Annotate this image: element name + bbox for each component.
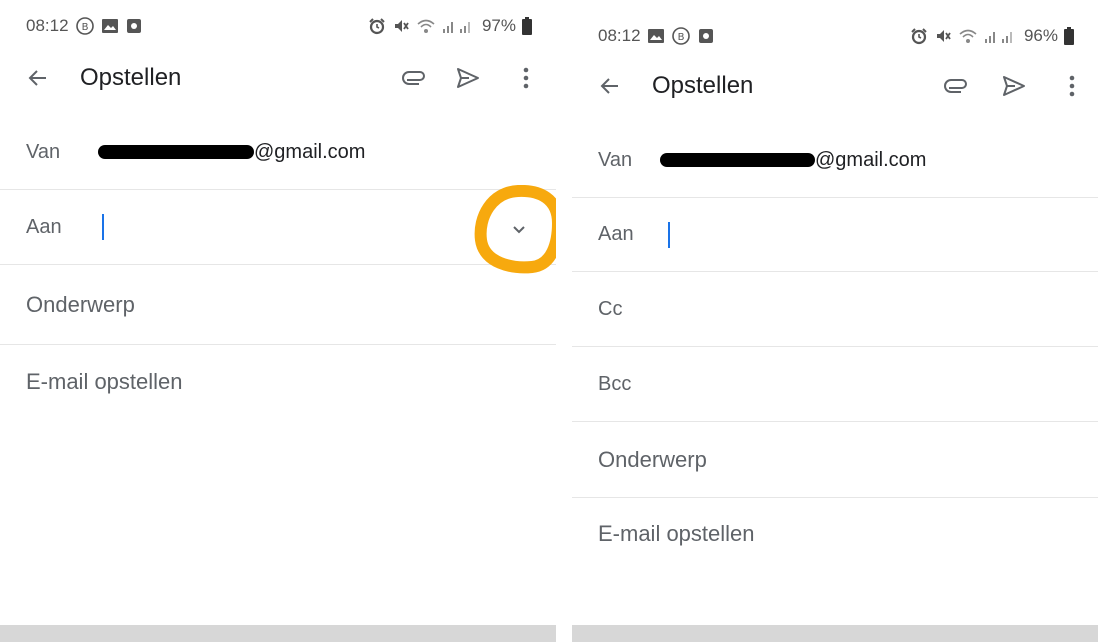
- send-icon: [457, 68, 479, 88]
- redaction-mark: [660, 153, 815, 167]
- image-notification-icon: [101, 17, 119, 35]
- expand-recipients-button[interactable]: [474, 185, 556, 275]
- bcc-row[interactable]: Bcc: [572, 347, 1098, 422]
- battery-percentage: 96%: [1023, 26, 1058, 45]
- mute-icon: [934, 27, 952, 45]
- keyboard-area: [0, 625, 556, 642]
- status-time: 08:12: [26, 16, 69, 35]
- compose-toolbar: Opstellen: [0, 48, 556, 108]
- battery-icon: [1064, 27, 1074, 45]
- alarm-icon: [368, 17, 386, 35]
- page-title: Opstellen: [652, 72, 754, 99]
- to-label: Aan: [26, 215, 62, 238]
- subject-row[interactable]: Onderwerp: [572, 422, 1098, 498]
- back-button[interactable]: [18, 58, 58, 98]
- svg-text:B: B: [677, 32, 684, 43]
- attach-button[interactable]: [934, 64, 978, 108]
- wifi-icon: [416, 17, 436, 35]
- body-field: E-mail opstellen: [598, 521, 755, 546]
- more-options-button[interactable]: [504, 56, 548, 100]
- subject-row[interactable]: Onderwerp: [0, 265, 556, 345]
- svg-text:B: B: [81, 22, 88, 33]
- more-vert-icon: [1069, 75, 1075, 97]
- cc-label: Cc: [598, 297, 623, 320]
- email-domain: @gmail.com: [815, 148, 927, 171]
- from-label: Van: [26, 140, 61, 163]
- more-vert-icon: [523, 67, 529, 89]
- attach-button[interactable]: [392, 56, 436, 100]
- signal-icon: [984, 27, 1018, 45]
- battery-percentage: 97%: [481, 16, 516, 35]
- keyboard-area: [572, 625, 1098, 642]
- back-button[interactable]: [590, 66, 630, 106]
- panel-divider: [556, 0, 572, 642]
- to-row[interactable]: Aan: [572, 198, 1098, 272]
- send-button[interactable]: [992, 64, 1036, 108]
- body-field: E-mail opstellen: [26, 369, 183, 394]
- send-icon: [1003, 76, 1025, 96]
- from-row: Van @gmail.com: [572, 123, 1098, 198]
- paperclip-icon: [402, 71, 425, 85]
- to-label: Aan: [598, 223, 634, 245]
- text-cursor: [102, 214, 104, 240]
- subject-field: Onderwerp: [598, 446, 707, 472]
- bcc-label: Bcc: [598, 372, 632, 395]
- arrow-back-icon: [28, 70, 46, 86]
- b-badge-icon: B: [671, 26, 691, 46]
- screen-record-icon: [125, 17, 143, 35]
- body-row[interactable]: E-mail opstellen: [572, 502, 1098, 566]
- status-time: 08:12: [598, 26, 641, 45]
- chevron-down-icon: [513, 226, 525, 234]
- from-label: Van: [598, 148, 633, 171]
- send-button[interactable]: [446, 56, 490, 100]
- from-row: Van @gmail.com: [0, 115, 556, 190]
- mute-icon: [392, 17, 410, 35]
- email-domain: @gmail.com: [254, 140, 366, 163]
- subject-field: Onderwerp: [26, 291, 135, 317]
- alarm-icon: [910, 27, 928, 45]
- to-row[interactable]: Aan: [0, 190, 556, 265]
- more-options-button[interactable]: [1050, 64, 1094, 108]
- text-cursor: [668, 221, 670, 248]
- status-bar: 08:12 B 96%: [572, 16, 1098, 56]
- body-row[interactable]: E-mail opstellen: [0, 350, 556, 414]
- page-title: Opstellen: [80, 64, 182, 91]
- from-email[interactable]: @gmail.com: [98, 141, 365, 164]
- image-notification-icon: [647, 27, 665, 45]
- wifi-icon: [958, 27, 978, 45]
- compose-screen-left: 08:12 B 97% Opstellen Van @gmail.com Aan…: [0, 0, 556, 642]
- signal-icon: [442, 17, 476, 35]
- compose-screen-right: 08:12 B 96% Opstellen Van @gmail.com Aan…: [572, 0, 1098, 642]
- battery-icon: [522, 17, 532, 35]
- status-bar: 08:12 B 97%: [0, 6, 556, 46]
- screen-record-icon: [697, 27, 715, 45]
- paperclip-icon: [944, 79, 967, 93]
- redaction-mark: [98, 145, 254, 159]
- compose-toolbar: Opstellen: [572, 56, 1098, 116]
- b-badge-icon: B: [75, 16, 95, 36]
- from-email[interactable]: @gmail.com: [660, 149, 926, 172]
- cc-row[interactable]: Cc: [572, 272, 1098, 347]
- arrow-back-icon: [600, 78, 618, 94]
